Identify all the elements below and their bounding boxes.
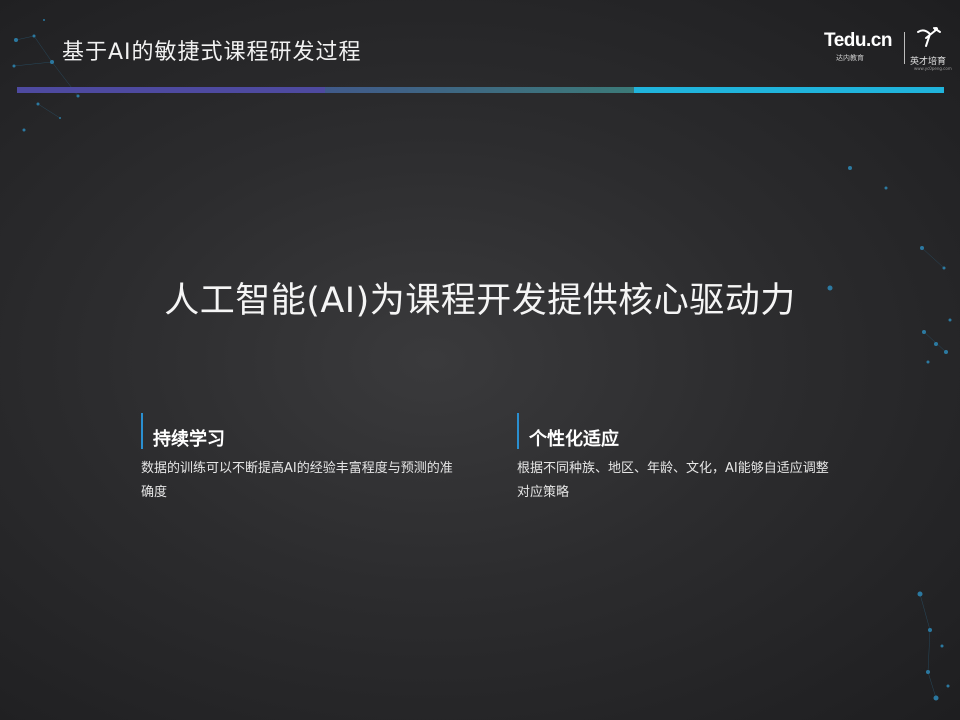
header-rule-segment-3 bbox=[634, 87, 944, 93]
header-rule-segment-1 bbox=[17, 87, 325, 93]
network-dots-decoration bbox=[12, 19, 952, 701]
runner-logo-icon bbox=[917, 27, 941, 47]
brand-logos: Tedu.cn 达内教育 英才培育 www.yc0peng.com bbox=[824, 26, 952, 71]
logo-divider bbox=[904, 32, 905, 64]
card-description: 根据不同种族、地区、年龄、文化，AI能够自适应调整对应策略 bbox=[517, 461, 829, 500]
card-title: 持续学习 bbox=[153, 429, 225, 450]
card-accent-bar bbox=[517, 413, 519, 449]
card-description: 数据的训练可以不断提高AI的经验丰富程度与预测的准确度 bbox=[141, 461, 453, 500]
slide-title: 基于AI的敏捷式课程研发过程 bbox=[62, 40, 362, 65]
tedu-logo-subtitle: 达内教育 bbox=[836, 54, 864, 62]
card-accent-bar bbox=[141, 413, 143, 449]
card-title: 个性化适应 bbox=[529, 429, 619, 450]
header-rule-segment-2 bbox=[325, 87, 634, 93]
main-headline: 人工智能(AI)为课程开发提供核心驱动力 bbox=[164, 281, 796, 321]
tedu-logo-text: Tedu.cn bbox=[824, 30, 892, 51]
brand-two-url: www.yc0peng.com bbox=[914, 66, 952, 71]
